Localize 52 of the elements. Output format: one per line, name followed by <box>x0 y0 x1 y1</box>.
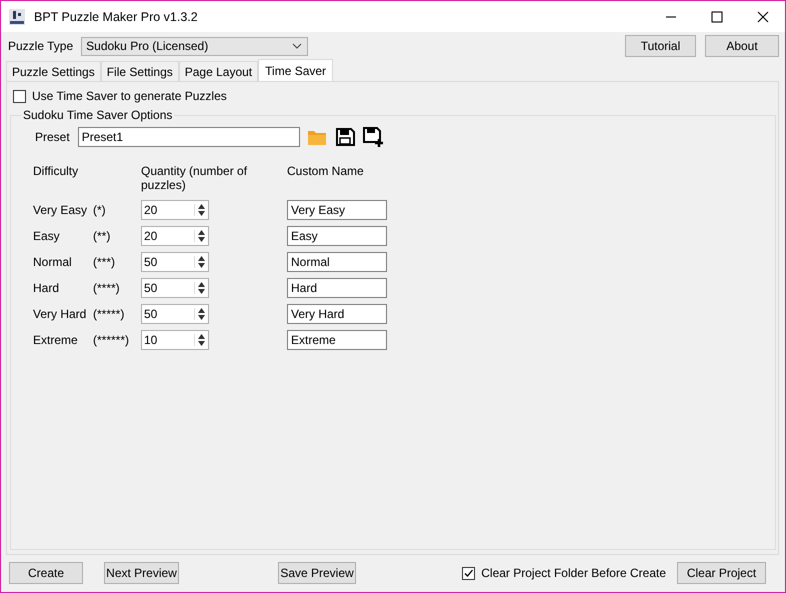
quantity-spinner[interactable]: 20 <box>141 200 209 220</box>
difficulty-label: Very Hard <box>33 306 88 323</box>
difficulty-stars: (****) <box>93 280 121 297</box>
custom-name-field[interactable]: Hard <box>287 278 387 298</box>
preset-label: Preset <box>35 130 70 144</box>
difficulty-label: Extreme <box>33 332 79 349</box>
chevron-down-icon <box>292 43 302 49</box>
about-button[interactable]: About <box>705 35 779 57</box>
difficulty-label: Hard <box>33 280 60 297</box>
tutorial-button[interactable]: Tutorial <box>625 35 696 57</box>
difficulty-stars: (*****) <box>93 306 126 323</box>
tab[interactable]: Time Saver <box>258 59 334 81</box>
difficulty-label: Very Easy <box>33 202 88 219</box>
checkbox-label: Clear Project Folder Before Create <box>481 566 666 580</box>
difficulty-label: Easy <box>33 228 61 245</box>
puzzle-type-dropdown[interactable]: Sudoku Pro (Licensed) <box>81 36 308 56</box>
column-header: Difficulty <box>33 164 80 180</box>
custom-name-field[interactable]: Normal <box>287 252 387 272</box>
tab[interactable]: File Settings <box>100 61 179 81</box>
clear-project-button[interactable]: Clear Project <box>677 562 766 584</box>
quantity-spinner[interactable]: 20 <box>141 226 209 246</box>
custom-name-field[interactable]: Extreme <box>287 330 387 350</box>
column-header: Custom Name <box>287 164 365 180</box>
checkbox[interactable] <box>462 566 476 580</box>
difficulty-stars: (*) <box>93 202 107 219</box>
quantity-spinner[interactable]: 50 <box>141 304 209 324</box>
quantity-spinner[interactable]: 50 <box>141 252 209 272</box>
difficulty-stars: (******) <box>93 332 130 349</box>
custom-name-field[interactable]: Very Easy <box>287 200 387 220</box>
difficulty-stars: (**) <box>93 228 112 245</box>
custom-name-field[interactable]: Very Hard <box>287 304 387 324</box>
window-title: BPT Puzzle Maker Pro v1.3.2 <box>34 10 198 24</box>
column-header: Quantity (number of puzzles) <box>141 164 248 194</box>
tab[interactable]: Page Layout <box>178 61 258 81</box>
custom-name-field[interactable]: Easy <box>287 226 387 246</box>
maximize-icon[interactable] <box>711 10 723 22</box>
next-preview-button[interactable]: Next Preview <box>104 562 179 584</box>
app-logo-icon <box>9 8 25 24</box>
difficulty-label: Normal <box>33 254 73 271</box>
difficulty-stars: (***) <box>93 254 116 271</box>
checkbox[interactable] <box>13 90 26 102</box>
puzzle-type-label: Puzzle Type <box>8 39 74 53</box>
create-button[interactable]: Create <box>9 562 83 584</box>
tab[interactable]: Puzzle Settings <box>6 61 101 81</box>
preset-field[interactable]: Preset1 <box>78 127 300 147</box>
close-icon[interactable] <box>757 10 769 22</box>
quantity-spinner[interactable]: 50 <box>141 278 209 298</box>
group-title: Sudoku Time Saver Options <box>22 108 174 122</box>
floppy-disk-plus-icon[interactable] <box>362 126 384 148</box>
save-preview-button[interactable]: Save Preview <box>278 562 356 584</box>
quantity-spinner[interactable]: 10 <box>141 330 209 350</box>
checkbox-label: Use Time Saver to generate Puzzles <box>32 89 227 103</box>
